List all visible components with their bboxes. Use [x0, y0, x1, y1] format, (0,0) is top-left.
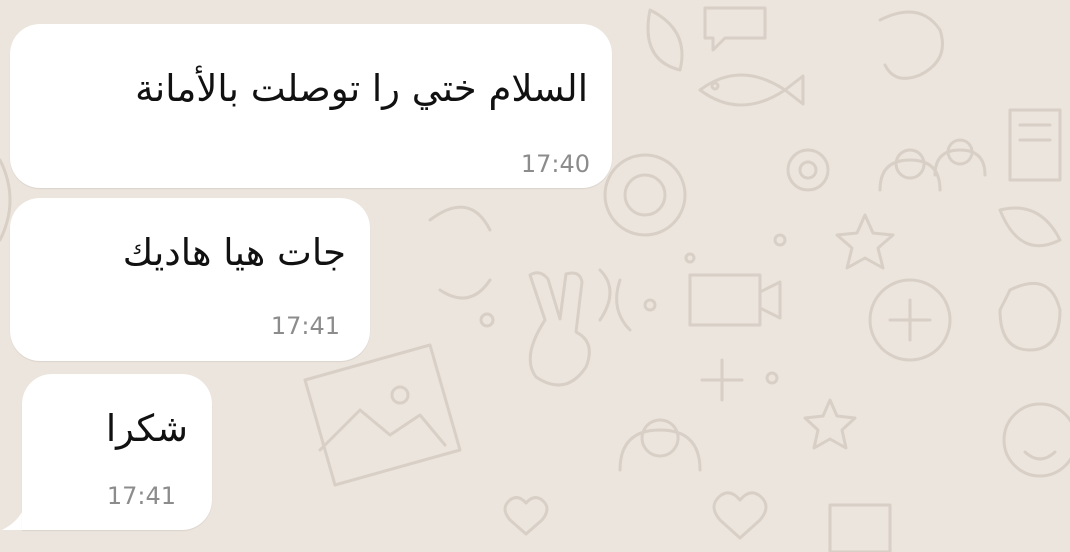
picture-sun-icon	[390, 385, 410, 405]
ribbon-icon-2	[428, 205, 492, 300]
message-text: جات هيا هاديك	[122, 231, 346, 274]
message-text: شكرا	[105, 407, 188, 450]
dot-icon-5	[643, 298, 657, 312]
message-text: السلام ختي را توصلت بالأمانة	[135, 67, 588, 110]
message-bubble[interactable]: السلام ختي را توصلت بالأمانة 17:40	[10, 24, 612, 188]
camera-lens-icon	[623, 173, 667, 217]
leaf-icon	[646, 8, 684, 72]
ribbon-icon	[598, 268, 632, 332]
people-icon	[878, 138, 987, 192]
dot-icon-4	[479, 312, 495, 328]
apple-icon	[998, 281, 1062, 352]
dot-icon-3	[765, 371, 779, 385]
star-icon	[835, 213, 895, 270]
star-icon-2	[803, 398, 857, 450]
note-icon	[1008, 108, 1062, 182]
gear-icon	[786, 148, 830, 192]
smiley-icon	[1002, 402, 1070, 478]
tail-doodle-icon	[0, 158, 12, 242]
plus-icon	[700, 358, 744, 402]
message-bubble[interactable]: شكرا 17:41	[22, 374, 212, 530]
video-icon	[688, 273, 782, 327]
message-bubble[interactable]: جات هيا هاديك 17:41	[10, 198, 370, 361]
leaf-icon-2	[998, 206, 1062, 248]
gear-center-icon	[798, 160, 818, 180]
message-time: 17:41	[106, 482, 176, 510]
speech-icon	[703, 6, 767, 52]
heart-icon	[712, 491, 768, 540]
shrimp-icon	[878, 10, 944, 80]
hi-badge-icon	[828, 503, 892, 552]
camera-icon	[603, 153, 687, 237]
person-icon	[618, 418, 702, 472]
turtle-shell-icon	[888, 298, 932, 342]
dot-icon	[773, 233, 787, 247]
picture-icon	[303, 343, 462, 487]
message-time: 17:40	[520, 150, 590, 178]
smiley-mouth-icon	[1023, 450, 1057, 461]
fish-eye-icon	[710, 81, 720, 91]
dot-icon-2	[684, 252, 696, 264]
heart-icon-2	[503, 496, 549, 536]
message-time: 17:41	[270, 312, 340, 340]
victory-hand-icon	[528, 271, 591, 387]
